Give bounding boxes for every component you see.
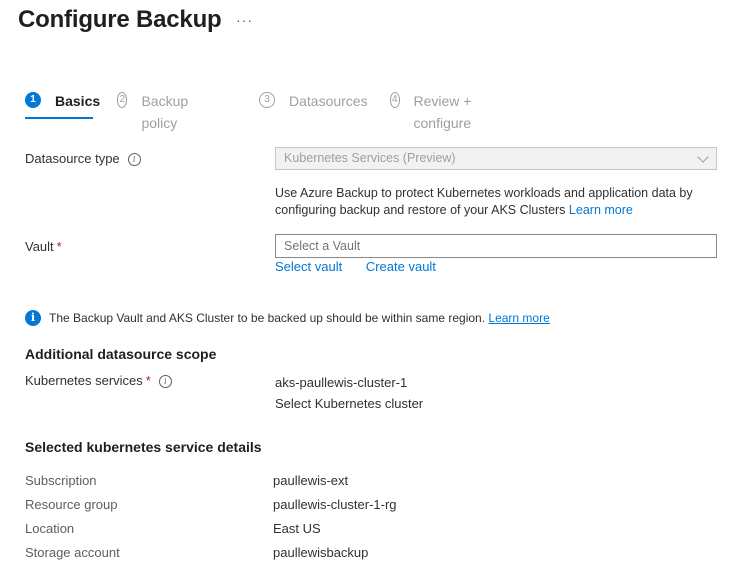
details-section-title: Selected kubernetes service details (25, 439, 262, 455)
active-tab-indicator (25, 117, 93, 119)
learn-more-link[interactable]: Learn more (569, 203, 633, 217)
step-number-icon: 1 (25, 92, 41, 108)
tab-basics[interactable]: 1 Basics (25, 90, 100, 120)
chevron-down-icon (697, 151, 709, 163)
create-vault-link[interactable]: Create vault (366, 259, 436, 274)
datasource-type-label-text: Datasource type (25, 151, 120, 166)
page-title: Configure Backup (18, 6, 222, 33)
tab-basics-label: Basics (55, 93, 101, 109)
vault-label-text: Vault (25, 239, 54, 254)
scope-section-title: Additional datasource scope (25, 346, 217, 362)
tab-backup-policy[interactable]: 2 Backup policy (117, 90, 194, 131)
location-label: Location (25, 521, 75, 536)
configure-backup-page: Configure Backup ··· 1 Basics 2 Backup p… (0, 0, 748, 575)
storage-account-label: Storage account (25, 545, 120, 560)
step-number-icon: 3 (259, 92, 275, 108)
subscription-label: Subscription (25, 473, 97, 488)
tab-datasources-label: Datasources (289, 93, 368, 109)
required-indicator: * (56, 239, 62, 254)
datasource-description: Use Azure Backup to protect Kubernetes w… (275, 185, 725, 219)
region-learn-more-link[interactable]: Learn more (488, 311, 549, 325)
resource-group-value: paullewis-cluster-1-rg (273, 497, 397, 512)
vault-links: Select vault Create vault (275, 259, 456, 274)
datasource-type-select: Kubernetes Services (Preview) (275, 147, 717, 170)
kubernetes-services-label: Kubernetes services * i (25, 373, 172, 388)
location-value: East US (273, 521, 321, 536)
tab-review-configure-label: Review + configure (413, 93, 472, 131)
subscription-value: paullewis-ext (273, 473, 349, 488)
kubernetes-cluster-value: aks-paullewis-cluster-1 (275, 375, 408, 390)
more-options-icon[interactable]: ··· (236, 12, 253, 28)
info-icon[interactable]: i (127, 153, 141, 166)
step-number-icon: 4 (390, 92, 400, 108)
tab-review-configure[interactable]: 4 Review + configure (390, 90, 478, 131)
step-number-icon: 2 (117, 92, 128, 108)
select-kubernetes-cluster-link[interactable]: Select Kubernetes cluster (275, 396, 423, 411)
info-icon[interactable]: i (158, 375, 172, 388)
vault-label: Vault * (25, 239, 62, 254)
region-info-text: The Backup Vault and AKS Cluster to be b… (49, 311, 486, 325)
tab-datasources[interactable]: 3 Datasources (259, 90, 368, 120)
select-vault-link[interactable]: Select vault (275, 259, 342, 274)
kubernetes-services-label-text: Kubernetes services (25, 373, 143, 388)
datasource-type-label: Datasource type i (25, 151, 141, 166)
resource-group-label: Resource group (25, 497, 118, 512)
info-circle-icon: i (25, 310, 41, 326)
required-indicator: * (145, 373, 151, 388)
tab-backup-policy-label: Backup policy (141, 93, 189, 131)
datasource-type-value: Kubernetes Services (Preview) (284, 151, 456, 165)
storage-account-value: paullewisbackup (273, 545, 369, 560)
vault-input[interactable] (275, 234, 717, 258)
region-info-message: i The Backup Vault and AKS Cluster to be… (25, 310, 550, 326)
